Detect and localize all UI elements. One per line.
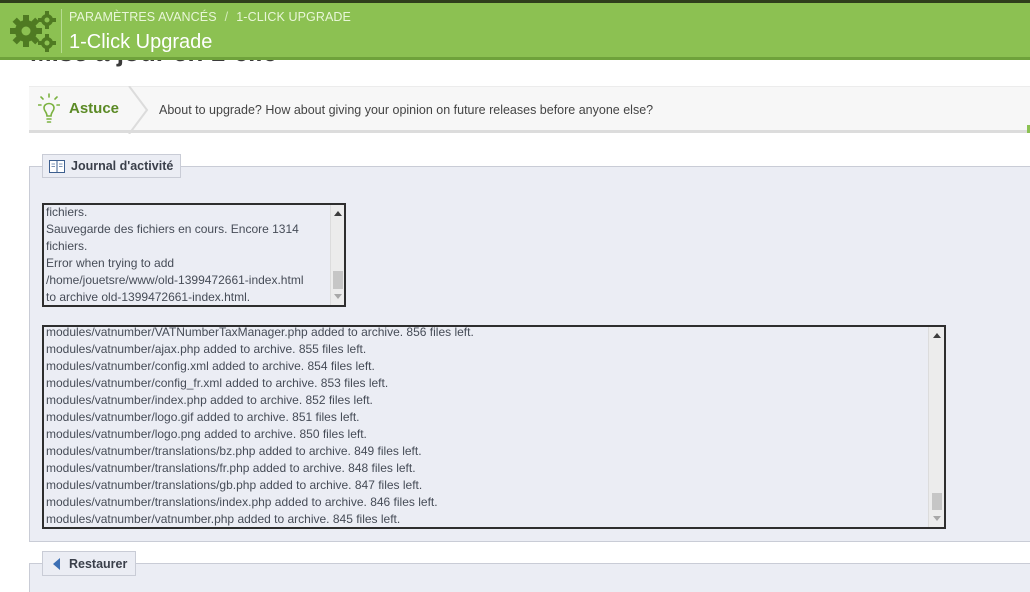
breadcrumb-separator: / — [224, 10, 229, 24]
breadcrumb-item-1-click-upgrade[interactable]: 1-CLICK UPGRADE — [236, 10, 351, 24]
arrow-left-icon — [53, 557, 60, 570]
hint-bar: Astuce About to upgrade? How about givin… — [29, 86, 1030, 134]
scrollbar-thumb[interactable] — [333, 271, 343, 289]
log-line: modules/vatnumber/ajax.php added to arch… — [46, 342, 367, 356]
log-line: modules/vatnumber/config_fr.xml added to… — [46, 376, 389, 390]
log-line: Sauvegarde des fichiers en cours. Encore… — [46, 222, 299, 236]
info-log-scrollbar[interactable] — [330, 205, 344, 305]
page-title: 1-Click Upgrade — [69, 31, 213, 53]
breadcrumb-item-advanced-settings[interactable]: PARAMÈTRES AVANCÉS — [69, 10, 217, 24]
activity-legend: Journal d'activité — [42, 154, 182, 178]
lightbulb-icon — [38, 93, 60, 123]
scroll-up-arrow-icon[interactable] — [334, 211, 342, 216]
book-icon — [49, 159, 65, 173]
hint-label: Astuce — [69, 100, 120, 117]
breadcrumb: PARAMÈTRES AVANCÉS / 1-CLICK UPGRADE — [69, 10, 351, 24]
log-line: to archive old-1399472661-index.html. — [46, 290, 251, 304]
header-divider — [61, 9, 62, 53]
file-log-textarea[interactable]: modules/vatnumber/VATNumberTaxManager.ph… — [42, 325, 946, 529]
activity-legend-label: Journal d'activité — [71, 159, 174, 173]
scroll-down-arrow-icon[interactable] — [334, 294, 342, 299]
chevron-divider-icon — [128, 86, 149, 134]
log-line: fichiers. — [46, 205, 88, 219]
log-line: modules/vatnumber/translations/index.php… — [46, 495, 438, 509]
log-line: modules/vatnumber/config.xml added to ar… — [46, 359, 375, 373]
restore-fieldset — [29, 563, 1030, 592]
scrollbar-thumb[interactable] — [932, 493, 942, 510]
log-line: modules/vatnumber/index.php added to arc… — [46, 393, 373, 407]
log-line: modules/vatnumber/translations/gb.php ad… — [46, 478, 423, 492]
log-line: modules/vatnumber/VATNumberTaxManager.ph… — [46, 325, 474, 339]
log-line: modules/vatnumber/vatnumber.php added to… — [46, 512, 401, 526]
hint-text: About to upgrade? How about giving your … — [159, 103, 654, 117]
gears-icon — [10, 11, 56, 52]
page-header: PARAMÈTRES AVANCÉS / 1-CLICK UPGRADE 1-Cli… — [0, 0, 1030, 60]
log-line: modules/vatnumber/logo.gif added to arch… — [46, 410, 360, 424]
log-line: modules/vatnumber/logo.png added to arch… — [46, 427, 367, 441]
log-line: fichiers. — [46, 239, 88, 253]
restore-legend[interactable]: Restaurer — [42, 551, 137, 576]
scroll-down-arrow-icon[interactable] — [933, 516, 941, 521]
log-line: modules/vatnumber/translations/bz.php ad… — [46, 444, 422, 458]
file-log-scrollbar[interactable] — [928, 327, 944, 527]
log-line: modules/vatnumber/translations/fr.php ad… — [46, 461, 416, 475]
info-log-textarea[interactable]: fichiers. Sauvegarde des fichiers en cou… — [42, 203, 346, 307]
restore-legend-label: Restaurer — [69, 556, 128, 571]
log-line: /home/jouetsre/www/old-1399472661-index.… — [46, 273, 304, 287]
scroll-up-arrow-icon[interactable] — [933, 333, 941, 338]
log-line: Error when trying to add — [46, 256, 175, 270]
